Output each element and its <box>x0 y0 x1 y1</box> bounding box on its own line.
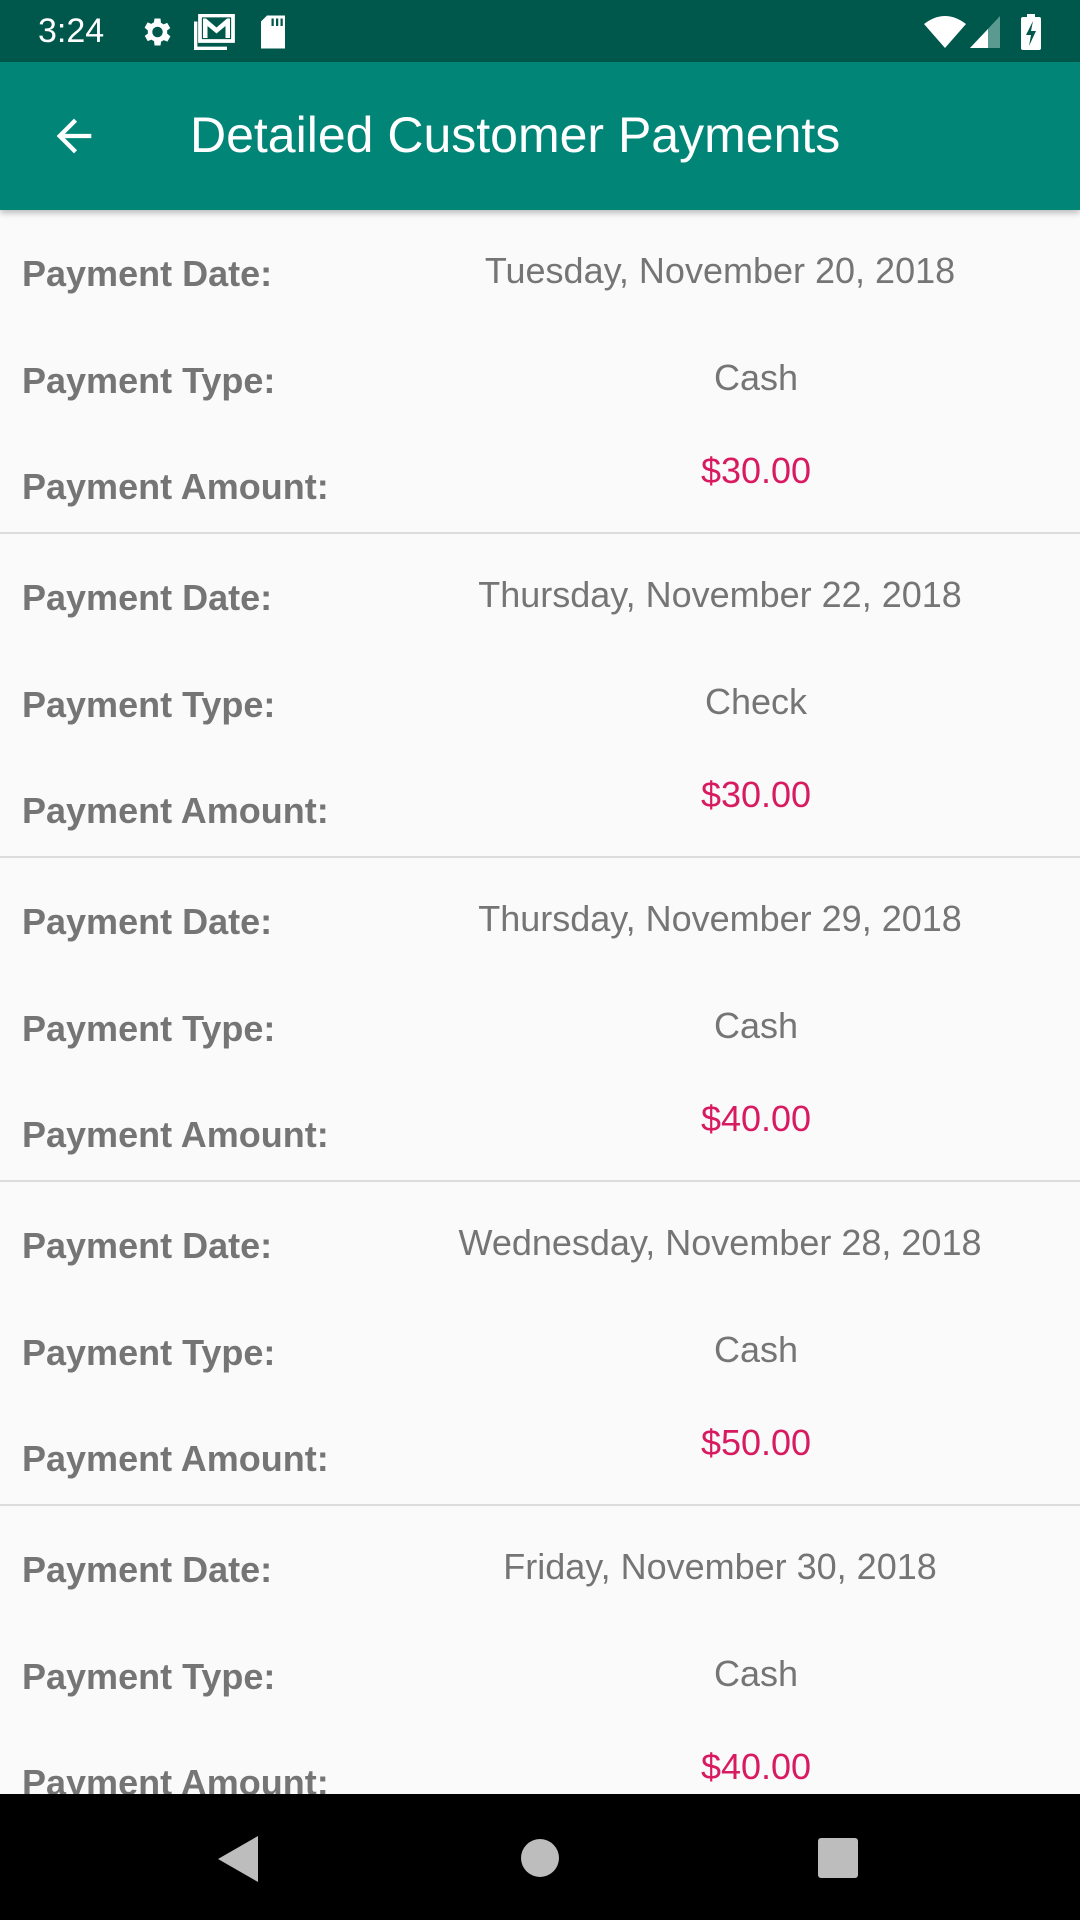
payment-amount-label: Payment Amount: <box>22 466 329 507</box>
payment-type-value: Check <box>704 681 808 722</box>
payment-amount-value: $30.00 <box>700 774 812 815</box>
payment-amount-value: $40.00 <box>700 1746 812 1787</box>
wifi-icon <box>924 16 966 53</box>
payment-type-label: Payment Type: <box>22 684 276 725</box>
payment-date-value: Tuesday, November 20, 2018 <box>484 250 956 291</box>
navigation-bar <box>0 1794 1080 1920</box>
payment-date-label: Payment Date: <box>22 1549 273 1590</box>
status-bar: 3:24 <box>0 0 1080 62</box>
payment-type-label: Payment Type: <box>22 1332 276 1373</box>
arrow-back-icon[interactable] <box>48 110 100 162</box>
page-title: Detailed Customer Payments <box>190 107 841 163</box>
payment-amount-label: Payment Amount: <box>22 1114 329 1155</box>
payment-type-value: Cash <box>713 1005 799 1046</box>
payment-card: Payment Date: Friday, November 30, 2018 … <box>0 1506 1080 1794</box>
payment-type-label: Payment Type: <box>22 1008 276 1049</box>
payment-date-value: Wednesday, November 28, 2018 <box>458 1222 982 1263</box>
payment-amount-label: Payment Amount: <box>22 1438 329 1479</box>
payment-amount-label: Payment Amount: <box>22 790 329 831</box>
sd-card-icon <box>258 14 288 55</box>
gmail-icon <box>193 13 236 55</box>
payment-card: Payment Date: Thursday, November 29, 201… <box>0 858 1080 1182</box>
payment-card: Payment Date: Thursday, November 22, 201… <box>0 534 1080 858</box>
payment-type-label: Payment Type: <box>22 360 276 401</box>
nav-recents-icon[interactable] <box>818 1838 858 1883</box>
payment-card: Payment Date: Tuesday, November 20, 2018… <box>0 210 1080 534</box>
signal-icon <box>970 16 1000 53</box>
payment-amount-value: $50.00 <box>700 1422 812 1463</box>
payment-date-label: Payment Date: <box>22 1225 273 1266</box>
payment-date-label: Payment Date: <box>22 253 273 294</box>
payment-date-value: Friday, November 30, 2018 <box>503 1546 937 1587</box>
payment-date-value: Thursday, November 29, 2018 <box>478 898 962 939</box>
payment-amount-label: Payment Amount: <box>22 1762 329 1794</box>
nav-back-icon[interactable] <box>218 1836 258 1887</box>
nav-home-icon[interactable] <box>520 1838 560 1883</box>
battery-charging-icon <box>1020 14 1042 55</box>
payments-list[interactable]: Payment Date: Tuesday, November 20, 2018… <box>0 210 1080 1794</box>
payment-card: Payment Date: Wednesday, November 28, 20… <box>0 1182 1080 1506</box>
payment-date-label: Payment Date: <box>22 577 273 618</box>
payment-type-value: Cash <box>713 357 799 398</box>
app-bar: Detailed Customer Payments <box>0 62 1080 210</box>
gear-icon <box>138 14 174 55</box>
status-time: 3:24 <box>38 12 105 50</box>
payment-type-label: Payment Type: <box>22 1656 276 1697</box>
payment-type-value: Cash <box>713 1653 799 1694</box>
payment-amount-value: $30.00 <box>700 450 812 491</box>
payment-date-value: Thursday, November 22, 2018 <box>478 574 962 615</box>
payment-type-value: Cash <box>713 1329 799 1370</box>
payment-date-label: Payment Date: <box>22 901 273 942</box>
payment-amount-value: $40.00 <box>700 1098 812 1139</box>
